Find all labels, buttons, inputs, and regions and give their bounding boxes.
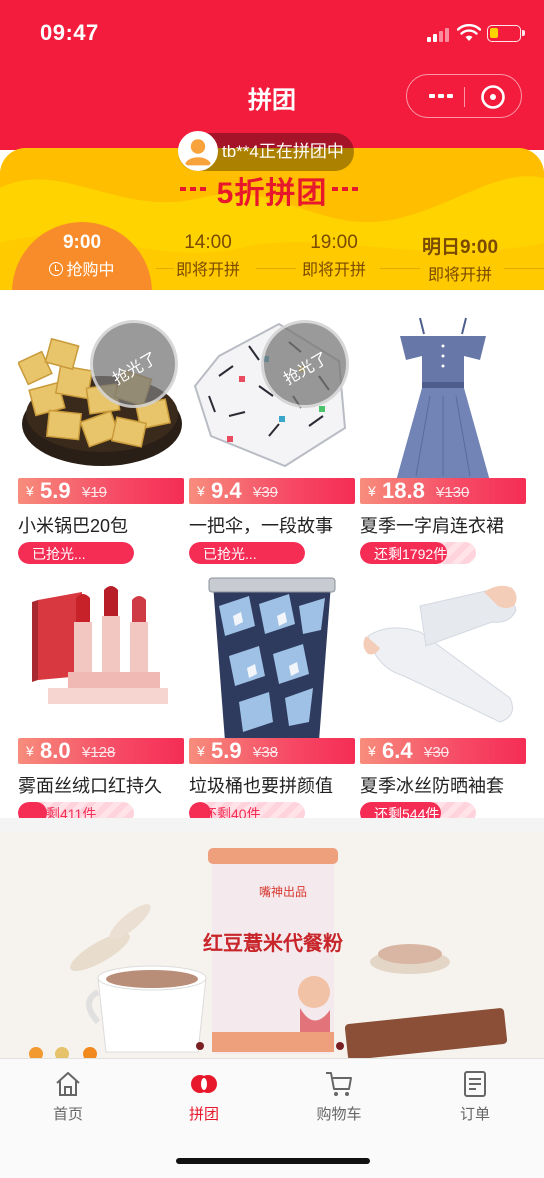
product-card[interactable]: ¥ 8.0 ¥128 雾面丝绒口红持久 还剩411件 bbox=[18, 576, 184, 824]
price-tag: ¥ 8.0 ¥128 bbox=[18, 738, 184, 764]
tab-session-1[interactable]: 9:00 抢购中 bbox=[22, 232, 142, 280]
original-price: ¥39 bbox=[253, 484, 279, 501]
tab-cart[interactable]: 购物车 bbox=[299, 1069, 379, 1124]
group-buy-icon bbox=[191, 1075, 217, 1093]
price: 5.9 bbox=[40, 478, 71, 503]
tab-session-3[interactable]: 19:00 即将开拼 bbox=[274, 232, 394, 280]
more-icon[interactable] bbox=[421, 83, 461, 109]
deal-title: 5折拼团 bbox=[216, 177, 328, 210]
decor-right-icon bbox=[332, 187, 358, 191]
price: 8.0 bbox=[40, 738, 71, 763]
section-divider bbox=[0, 818, 544, 832]
umbrella-image: 抢光了 bbox=[189, 316, 355, 481]
stock-progress: 已抢光... bbox=[18, 542, 134, 564]
tab-group-buy[interactable]: 拼团 bbox=[164, 1069, 244, 1124]
wifi-icon bbox=[457, 24, 481, 41]
original-price: ¥38 bbox=[253, 744, 279, 761]
price-tag: ¥ 5.9 ¥19 bbox=[18, 478, 184, 504]
promo-product-name: 红豆薏米代餐粉 bbox=[203, 931, 343, 955]
product-card[interactable]: ¥ 18.8 ¥130 夏季一字肩连衣裙 还剩1792件 bbox=[360, 316, 526, 564]
original-price: ¥130 bbox=[436, 484, 470, 501]
sold-out-badge: 抢光了 bbox=[90, 320, 178, 408]
product-card[interactable]: ¥ 6.4 ¥30 夏季冰丝防晒袖套 还剩544件 bbox=[360, 576, 526, 824]
price-tag: ¥ 6.4 ¥30 bbox=[360, 738, 526, 764]
product-name: 雾面丝绒口红持久 bbox=[18, 776, 162, 796]
home-icon bbox=[56, 1072, 80, 1096]
product-card[interactable]: ¥ 5.9 ¥38 垃圾桶也要拼颜值 还剩40件 bbox=[189, 576, 355, 824]
price: 18.8 bbox=[382, 478, 425, 503]
close-miniprogram-icon[interactable] bbox=[479, 83, 507, 111]
promo-brand: 嘴神出品 bbox=[259, 885, 307, 899]
home-indicator bbox=[176, 1158, 370, 1164]
avatar bbox=[178, 131, 218, 171]
miniprogram-capsule bbox=[406, 74, 522, 118]
price-tag: ¥ 5.9 ¥38 bbox=[189, 738, 355, 764]
product-name: 夏季一字肩连衣裙 bbox=[360, 516, 504, 536]
tab-home[interactable]: 首页 bbox=[28, 1069, 108, 1124]
stock-progress: 还剩1792件 bbox=[360, 542, 476, 564]
tab-session-4[interactable]: 明日9:00 即将开拼 bbox=[400, 232, 520, 285]
product-grid: 抢光了 ¥ 5.9 ¥19 小米锅巴20包 已抢光... 抢光了 ¥ 9.4 ¥… bbox=[0, 290, 544, 824]
snack-image: 抢光了 bbox=[18, 316, 184, 481]
product-name: 夏季冰丝防晒袖套 bbox=[360, 776, 504, 796]
order-icon bbox=[464, 1071, 486, 1097]
clock-icon bbox=[49, 262, 64, 276]
product-card[interactable]: 抢光了 ¥ 5.9 ¥19 小米锅巴20包 已抢光... bbox=[18, 316, 184, 564]
product-name: 小米锅巴20包 bbox=[18, 516, 129, 536]
product-card[interactable]: 抢光了 ¥ 9.4 ¥39 一把伞，一段故事 已抢光... bbox=[189, 316, 355, 564]
stock-progress: 已抢光... bbox=[189, 542, 305, 564]
original-price: ¥128 bbox=[82, 744, 116, 761]
cart-icon bbox=[326, 1072, 352, 1096]
price: 6.4 bbox=[382, 738, 413, 763]
header: 09:47 拼团 bbox=[0, 0, 544, 150]
dress-image bbox=[360, 316, 526, 481]
battery-icon bbox=[487, 25, 525, 42]
price-tag: ¥ 18.8 ¥130 bbox=[360, 478, 526, 504]
original-price: ¥19 bbox=[82, 484, 108, 501]
tab-session-2[interactable]: 14:00 即将开拼 bbox=[148, 232, 268, 280]
status-time: 09:47 bbox=[40, 20, 99, 45]
product-name: 一把伞，一段故事 bbox=[189, 516, 333, 536]
signal-icon bbox=[427, 28, 453, 42]
promo-banner-image[interactable]: 嘴神出品 红豆薏米代餐粉 bbox=[0, 832, 544, 1058]
tab-orders[interactable]: 订单 bbox=[435, 1069, 515, 1124]
price: 5.9 bbox=[211, 738, 242, 763]
price: 9.4 bbox=[211, 478, 242, 503]
trash-can-image bbox=[189, 576, 355, 741]
price-tag: ¥ 9.4 ¥39 bbox=[189, 478, 355, 504]
lipstick-image bbox=[18, 576, 184, 741]
arm-sleeve-image bbox=[360, 576, 526, 741]
product-name: 垃圾桶也要拼颜值 bbox=[189, 776, 333, 796]
sold-out-badge: 抢光了 bbox=[261, 320, 349, 408]
original-price: ¥30 bbox=[424, 744, 450, 761]
status-bar: 09:47 bbox=[0, 0, 544, 64]
